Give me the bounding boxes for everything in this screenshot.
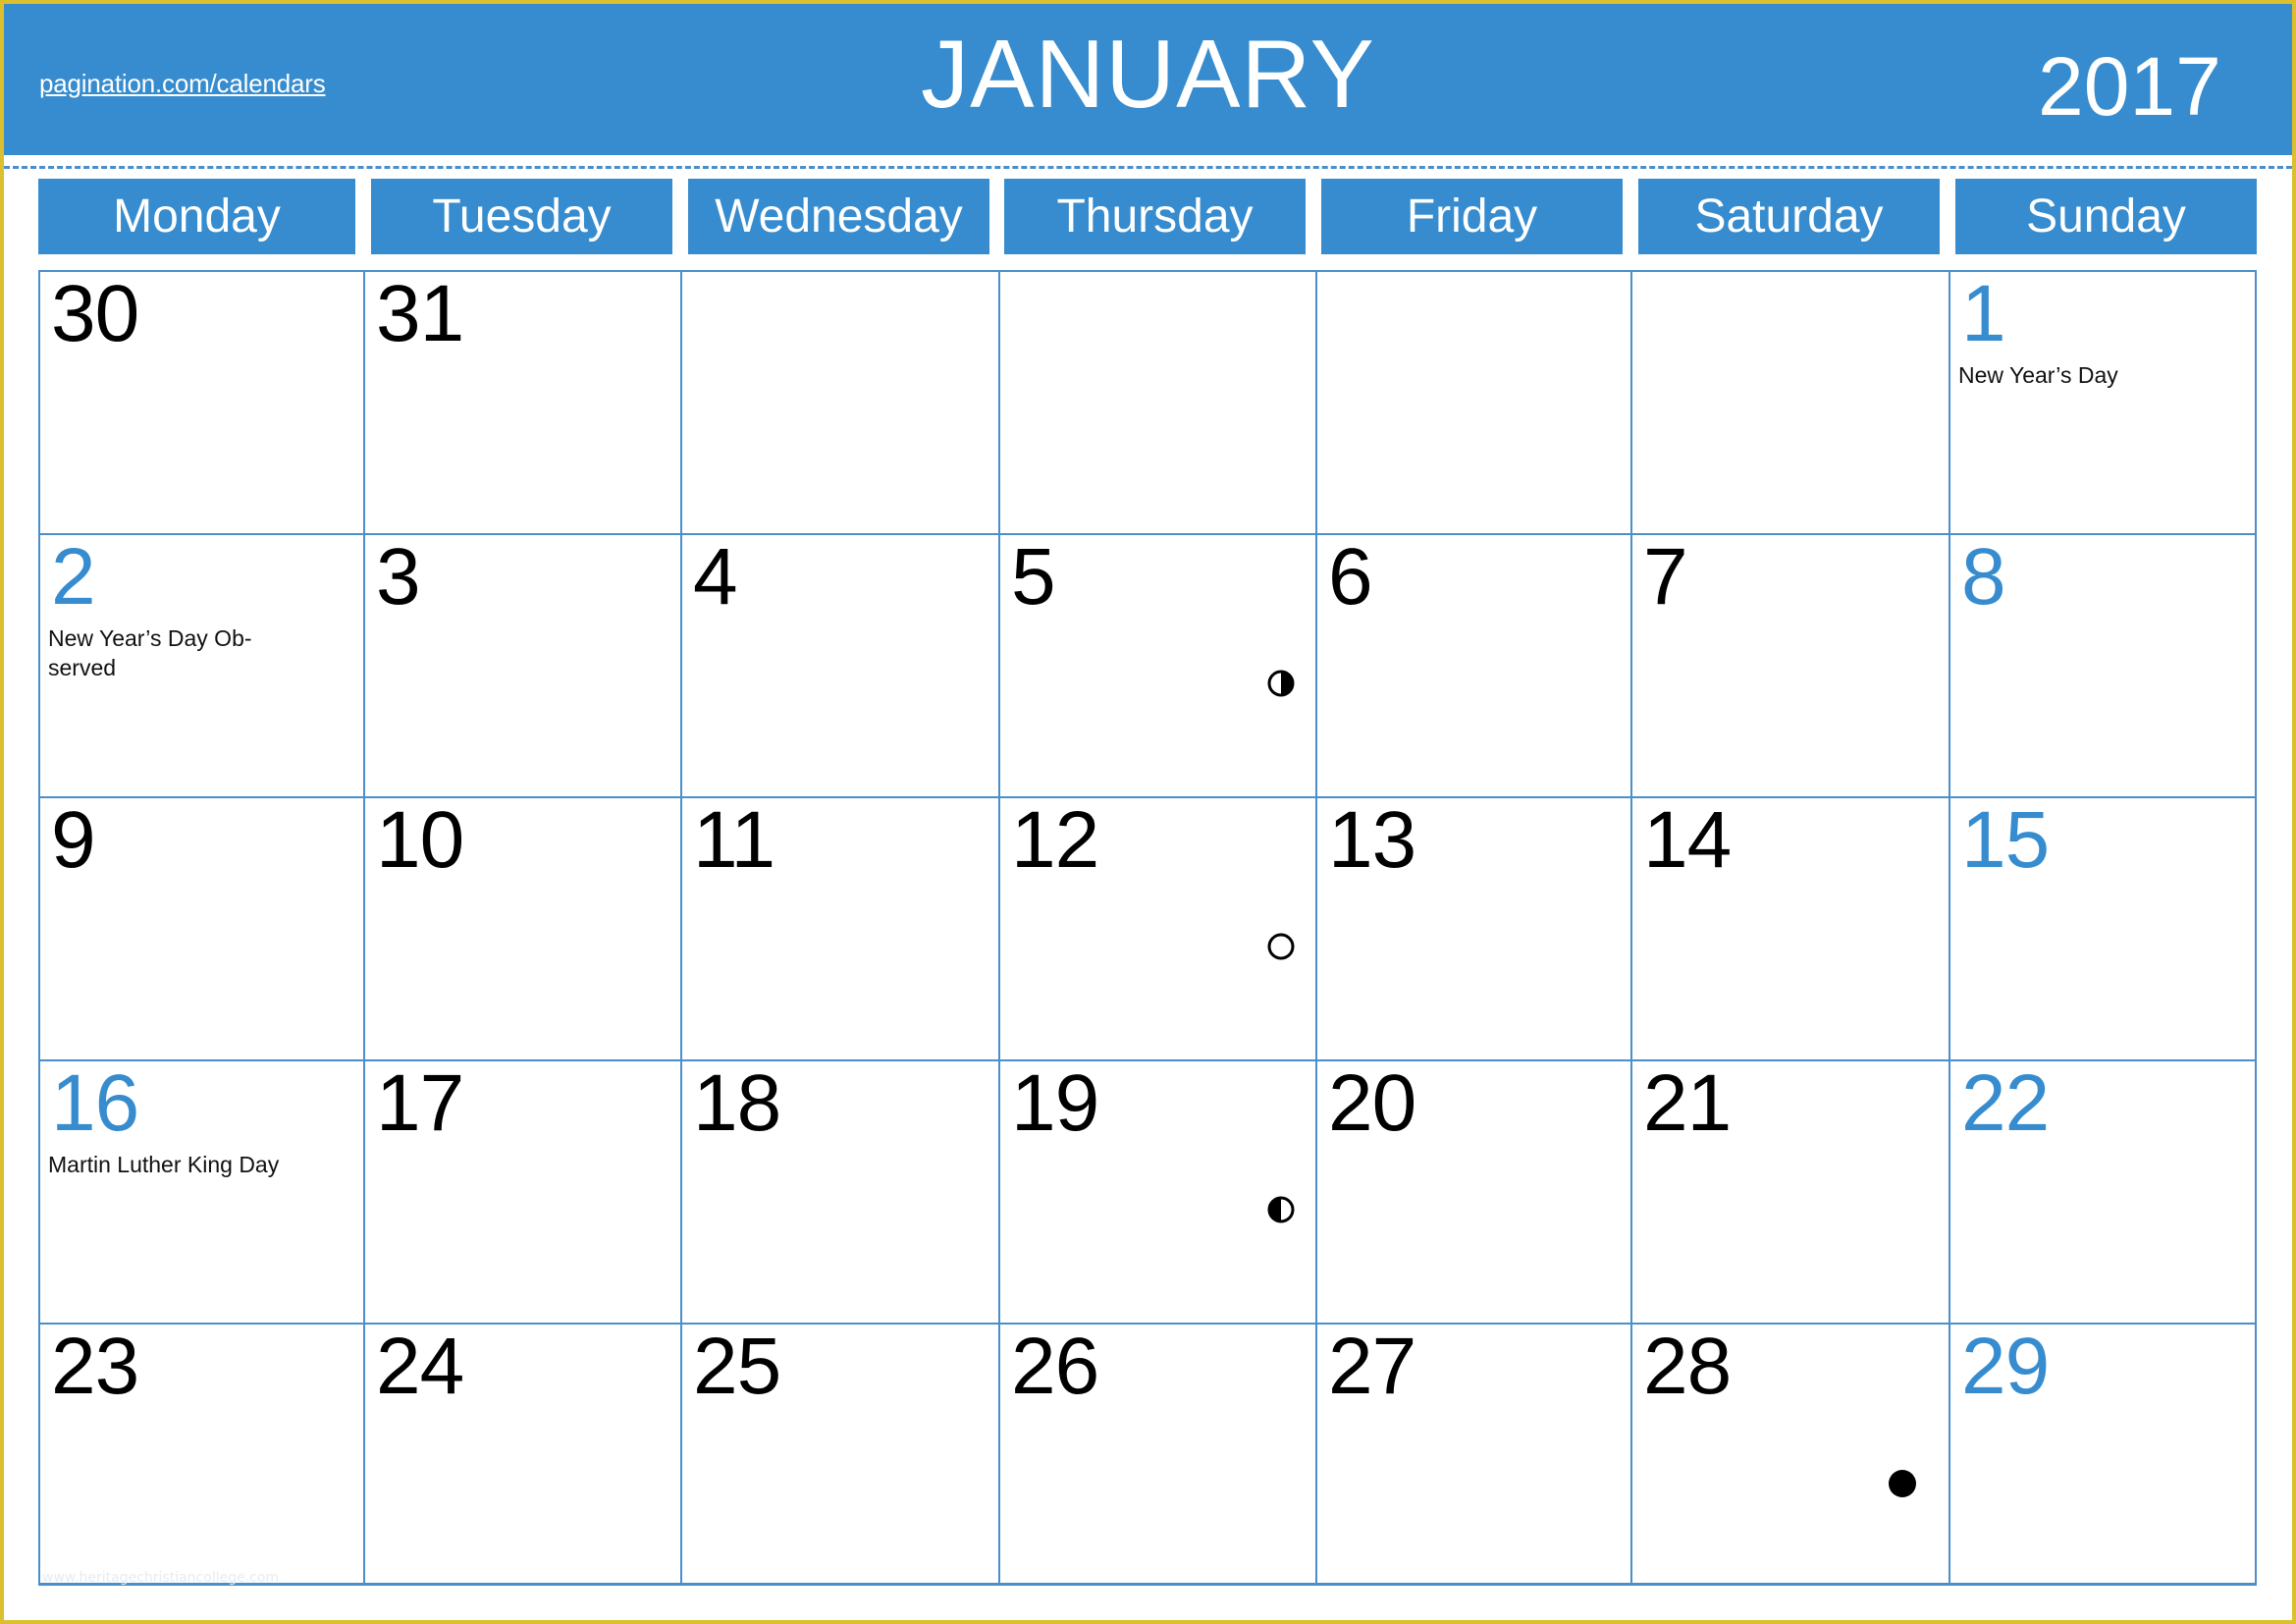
day-cell[interactable]: 29 [1949,1323,2257,1586]
calendar-header: pagination.com/calendars JANUARY 2017 [0,0,2296,155]
date-number: 5 [1011,532,1056,622]
date-number: 7 [1643,532,1688,622]
weekday-friday: Friday [1321,179,1623,254]
watermark: www.heritagechristiancollege.com [42,1570,280,1586]
date-number: 15 [1961,795,2050,885]
date-number: 18 [693,1058,781,1148]
day-cell[interactable]: 24 [363,1323,680,1586]
new-moon-icon [1888,1469,1917,1498]
day-cell[interactable]: 21 [1630,1059,1949,1323]
weekday-thursday: Thursday [1004,179,1306,254]
day-cell[interactable]: 4 [680,533,998,796]
day-cell[interactable] [998,270,1315,533]
day-cell[interactable]: 11 [680,796,998,1059]
last-quarter-moon-icon [1267,1196,1295,1223]
day-cell[interactable]: 12 [998,796,1315,1059]
date-number: 16 [51,1058,139,1148]
weekday-monday: Monday [38,179,355,254]
day-cell[interactable]: 5 [998,533,1315,796]
month-name: JANUARY [921,20,1375,128]
calendar-grid: 30 31 1 New Year’s Day 2 New Year’s Day Ob- s… [38,270,2257,1586]
date-number: 12 [1011,795,1099,885]
date-number: 31 [376,269,464,358]
day-cell[interactable]: 10 [363,796,680,1059]
day-cell[interactable]: 15 [1949,796,2257,1059]
day-cell[interactable]: 2 New Year’s Day Ob- served [38,533,363,796]
date-number: 29 [1961,1322,2050,1411]
holiday-label: New Year’s Day [1958,362,2118,388]
date-number: 25 [693,1322,781,1411]
date-number: 30 [51,269,139,358]
date-number: 24 [376,1322,464,1411]
weekday-saturday: Saturday [1638,179,1940,254]
year-title: 2017 [2038,40,2221,133]
date-number: 20 [1328,1058,1416,1148]
date-number: 17 [376,1058,464,1148]
date-number: 21 [1643,1058,1732,1148]
day-cell[interactable]: 3 [363,533,680,796]
day-cell[interactable]: 28 [1630,1323,1949,1586]
day-cell[interactable]: 26 [998,1323,1315,1586]
day-cell[interactable]: 31 [363,270,680,533]
day-cell[interactable]: 7 [1630,533,1949,796]
day-cell[interactable]: 17 [363,1059,680,1323]
month-title: JANUARY [0,26,2296,122]
day-cell[interactable]: 19 [998,1059,1315,1323]
date-number: 11 [693,795,775,885]
day-cell[interactable]: 20 [1315,1059,1630,1323]
date-number: 6 [1328,532,1373,622]
day-cell[interactable] [1630,270,1949,533]
day-cell[interactable]: 1 New Year’s Day [1949,270,2257,533]
day-cell[interactable]: 27 [1315,1323,1630,1586]
date-number: 28 [1643,1322,1732,1411]
date-number: 2 [51,532,96,622]
holiday-label: Martin Luther King Day [48,1152,280,1177]
date-number: 19 [1011,1058,1099,1148]
day-cell[interactable]: 22 [1949,1059,2257,1323]
date-number: 10 [376,795,464,885]
date-number: 4 [693,532,738,622]
date-number: 14 [1643,795,1732,885]
day-cell[interactable]: 8 [1949,533,2257,796]
weekday-tuesday: Tuesday [371,179,672,254]
day-cell[interactable]: 25 [680,1323,998,1586]
first-quarter-moon-icon [1267,670,1295,697]
day-cell[interactable]: 9 [38,796,363,1059]
day-cell[interactable]: 18 [680,1059,998,1323]
day-cell[interactable]: 23 [38,1323,363,1586]
date-number: 8 [1961,532,2006,622]
day-cell[interactable]: 16 Martin Luther King Day [38,1059,363,1323]
date-number: 26 [1011,1322,1099,1411]
weekday-wednesday: Wednesday [688,179,989,254]
weekday-sunday: Sunday [1955,179,2257,254]
day-cell[interactable]: 14 [1630,796,1949,1059]
date-number: 3 [376,532,421,622]
day-cell[interactable] [680,270,998,533]
date-number: 9 [51,795,96,885]
full-moon-icon [1267,933,1295,960]
holiday-label: New Year’s Day Ob- served [48,625,252,680]
day-cell[interactable]: 30 [38,270,363,533]
date-number: 23 [51,1322,139,1411]
dashed-divider [4,166,2292,169]
date-number: 22 [1961,1058,2050,1148]
date-number: 1 [1961,269,2006,358]
date-number: 27 [1328,1322,1416,1411]
day-cell[interactable]: 13 [1315,796,1630,1059]
date-number: 13 [1328,795,1416,885]
day-cell[interactable]: 6 [1315,533,1630,796]
day-cell[interactable] [1315,270,1630,533]
